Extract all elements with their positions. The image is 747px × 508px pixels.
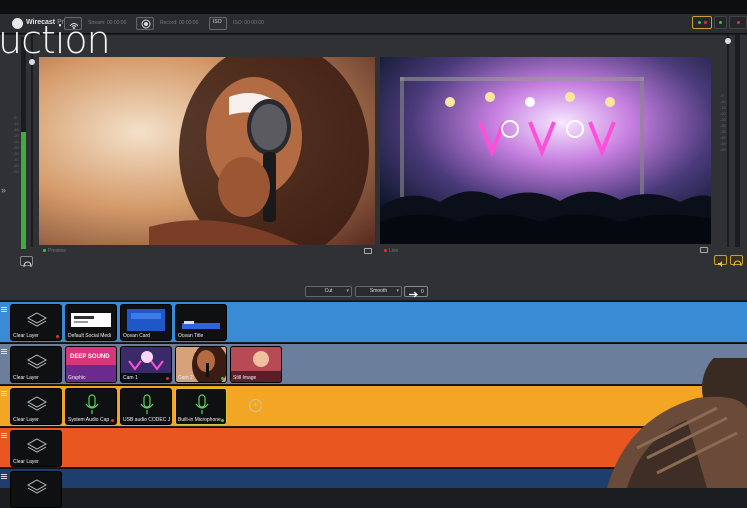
preview-volume-meter <box>21 37 26 249</box>
live-volume-slider-handle[interactable] <box>725 38 731 44</box>
shot-status-indicator <box>221 377 224 380</box>
layer-menu-icon[interactable] <box>1 433 7 438</box>
live-meter-ticks: -5 -10 -15 -20 -25 -30 -35 -40 -45 -50 <box>720 93 726 152</box>
shot-cam1[interactable]: Cam 1 <box>120 346 172 383</box>
shot-ocean_card[interactable]: Ocean Card <box>120 304 172 341</box>
smooth-transition-select[interactable]: Smooth ▾ <box>355 286 402 297</box>
record-icon <box>141 19 151 29</box>
shot-status-indicator <box>166 377 169 380</box>
layer-row: Clear Layer Default Social Medi Ocean Card… <box>0 301 747 342</box>
shot-graphic[interactable]: DEEP SOUND Graphic <box>65 346 117 383</box>
svg-text:DEEP SOUND: DEEP SOUND <box>70 354 110 360</box>
layers-icon <box>26 479 48 494</box>
collapse-panel-icon[interactable]: » <box>1 185 6 195</box>
shot-clear[interactable]: Clear Layer <box>10 388 62 425</box>
status-led-preview[interactable] <box>692 16 712 29</box>
preview-display-icon[interactable] <box>364 248 372 254</box>
layer-menu-icon[interactable] <box>1 307 7 312</box>
transition-bar: Cut ▾ Smooth ▾ <box>0 267 747 300</box>
status-led-record[interactable] <box>729 16 747 29</box>
live-volume-slider-track[interactable] <box>725 35 731 247</box>
status-led-stream[interactable] <box>714 16 727 29</box>
shot-label: Still Image <box>233 375 257 381</box>
shot-label: Clear Layer <box>13 417 39 423</box>
layer-menu-icon[interactable] <box>1 474 7 479</box>
concert-image <box>380 57 711 244</box>
shot-ocean_title[interactable]: Ocean Title <box>175 304 227 341</box>
shot-status-indicator <box>111 419 114 422</box>
presenter-image <box>607 358 747 488</box>
preview-label: Preview <box>43 248 66 254</box>
live-monitor[interactable] <box>380 57 711 244</box>
chevron-down-icon: ▾ <box>346 288 349 294</box>
shot-audio[interactable]: Built-in Microphone <box>175 388 227 425</box>
shot-label: Clear Layer <box>13 333 39 339</box>
iso-button[interactable]: ISO <box>209 17 227 30</box>
go-button[interactable]: 0 <box>404 286 428 298</box>
shot-cam2[interactable]: Cam 2 <box>175 346 227 383</box>
overlay-title-text: uction <box>0 18 111 62</box>
preview-meter-ticks: -5 -10 -15 -20 -25 -30 -35 -40 -45 -50 <box>13 115 19 174</box>
shot-still[interactable]: Still Image <box>230 346 282 383</box>
presenter-overlay <box>587 358 747 488</box>
shot-status-indicator <box>221 419 224 422</box>
shot-label: Default Social Medi <box>68 333 112 339</box>
status-indicators <box>692 16 747 29</box>
iso-timer: ISO: 00:00:00 <box>233 20 264 26</box>
live-speaker-button[interactable] <box>714 255 727 267</box>
layer-menu-icon[interactable] <box>1 349 7 354</box>
preview-live-area: » -5-10-15-20-25-30-35-40-45-50 <box>0 35 747 268</box>
shot-label: System Audio Cap <box>68 417 110 423</box>
shot-social[interactable]: Default Social Medi <box>65 304 117 341</box>
arrow-right-icon <box>409 291 418 298</box>
shot-clear[interactable]: Clear Layer <box>10 430 62 467</box>
cut-transition-select[interactable]: Cut ▾ <box>305 286 352 297</box>
live-label: Live <box>384 248 398 254</box>
shot-label: Ocean Card <box>123 333 150 339</box>
shot-label: Clear Layer <box>13 375 39 381</box>
toolbar: Wirecast Pro Stream: 00:00:00 Record: 00… <box>0 14 747 34</box>
go-count: 0 <box>421 289 424 295</box>
preview-volume-slider-track[interactable] <box>29 35 35 247</box>
layer-menu-icon[interactable] <box>1 391 7 396</box>
shot-label: Built-in Microphone <box>178 417 221 423</box>
shot-label: Ocean Title <box>178 333 204 339</box>
window-top-strip <box>0 0 747 14</box>
shot-clear[interactable]: Clear Layer <box>10 304 62 341</box>
singer-image <box>39 57 375 245</box>
shot-label: Clear Layer <box>13 459 39 465</box>
preview-headphones-button[interactable] <box>20 256 33 268</box>
shot-audio[interactable]: USB audio CODEC J <box>120 388 172 425</box>
shot-label: Cam 2 <box>178 375 193 381</box>
chevron-down-icon: ▾ <box>396 288 399 294</box>
preview-monitor[interactable] <box>39 57 375 245</box>
live-display-icon[interactable] <box>700 247 708 253</box>
shot-clear[interactable]: Clear Layer <box>10 346 62 383</box>
live-volume-meter <box>735 35 740 247</box>
shot-clear[interactable] <box>10 471 62 508</box>
shot-audio[interactable]: System Audio Cap <box>65 388 117 425</box>
shot-status-indicator <box>56 335 59 338</box>
record-button[interactable] <box>136 17 154 30</box>
add-shot-button[interactable]: + <box>249 399 262 412</box>
record-timer: Record: 00:00:00 <box>160 20 199 26</box>
shot-label: Cam 1 <box>123 375 138 381</box>
iso-icon: ISO <box>213 19 222 25</box>
shot-label: Graphic <box>68 375 86 381</box>
shot-label: USB audio CODEC J <box>123 417 170 423</box>
preview-volume-level <box>21 132 26 249</box>
live-headphones-button[interactable] <box>730 255 743 267</box>
